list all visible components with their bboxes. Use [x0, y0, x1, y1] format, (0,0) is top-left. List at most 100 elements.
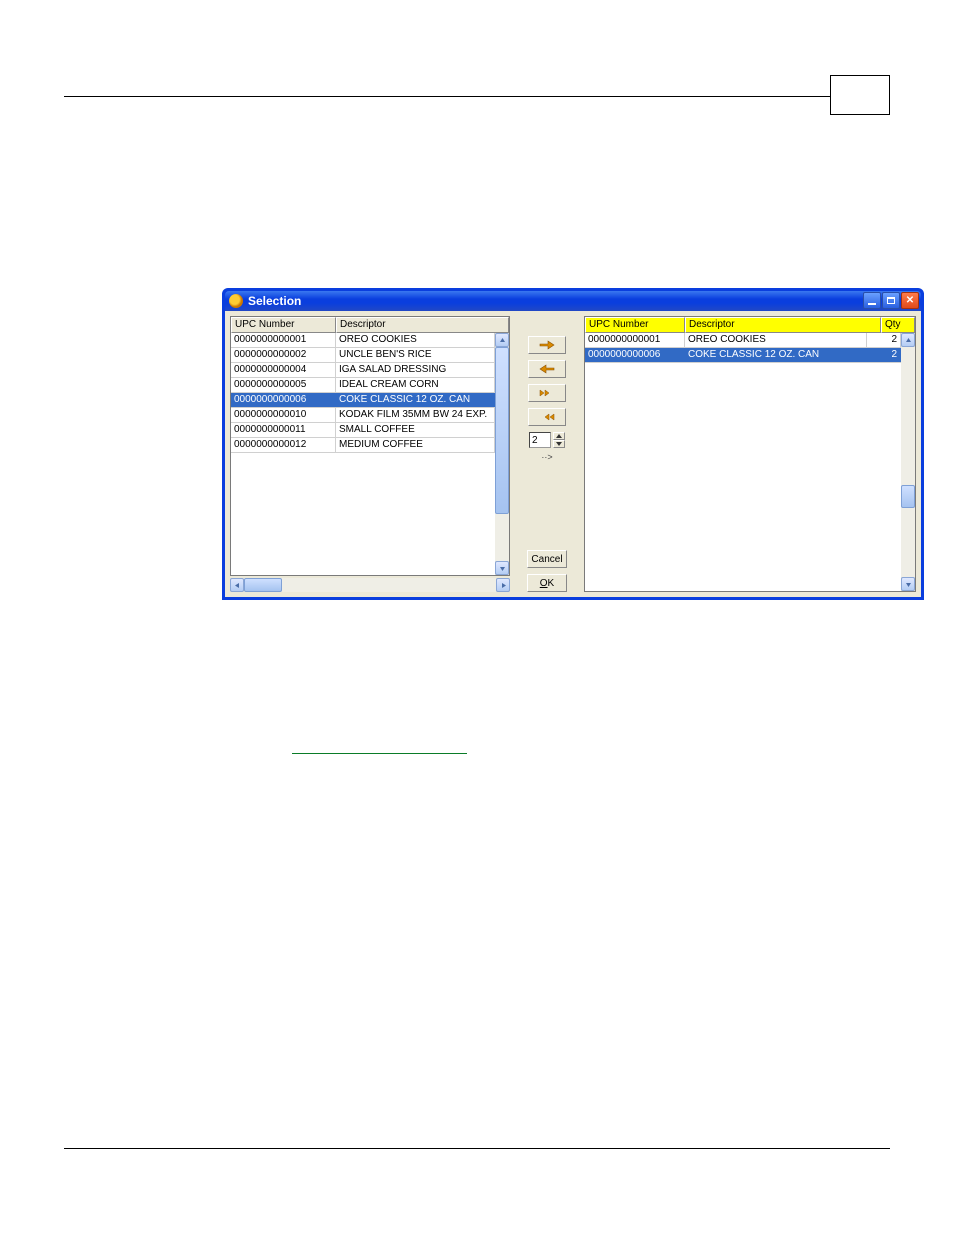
table-row[interactable]: 0000000000012MEDIUM COFFEE — [231, 438, 495, 453]
right-grid-headers: UPC Number Descriptor Qty — [585, 317, 915, 333]
scroll-track[interactable] — [901, 347, 915, 577]
cell-qty: 2 — [867, 333, 901, 347]
left-vertical-scrollbar[interactable] — [495, 333, 509, 575]
table-row[interactable]: 0000000000006COKE CLASSIC 12 OZ. CAN — [231, 393, 495, 408]
cell-descriptor: KODAK FILM 35MM BW 24 EXP. — [336, 408, 495, 422]
maximize-icon — [887, 297, 895, 304]
quantity-spinner[interactable]: 2 — [529, 432, 565, 448]
selection-window: Selection ✕ UPC Number Descriptor 000000… — [222, 288, 924, 600]
chevron-up-icon — [499, 337, 506, 344]
center-controls: 2 ··> Cancel OK — [516, 316, 578, 592]
right-grid[interactable]: UPC Number Descriptor Qty 0000000000001O… — [584, 316, 916, 592]
cell-upc: 0000000000012 — [231, 438, 336, 452]
cell-upc: 0000000000011 — [231, 423, 336, 437]
cell-descriptor: IGA SALAD DRESSING — [336, 363, 495, 377]
scroll-left-button[interactable] — [230, 578, 244, 592]
right-pane: UPC Number Descriptor Qty 0000000000001O… — [584, 316, 916, 592]
title-bar[interactable]: Selection ✕ — [225, 291, 921, 311]
chevron-left-icon — [234, 582, 241, 589]
cell-descriptor: COKE CLASSIC 12 OZ. CAN — [685, 348, 867, 362]
cell-upc: 0000000000006 — [585, 348, 685, 362]
cell-descriptor: OREO COOKIES — [336, 333, 495, 347]
table-row[interactable]: 0000000000011SMALL COFFEE — [231, 423, 495, 438]
ok-label: OK — [540, 578, 554, 589]
left-header-descriptor[interactable]: Descriptor — [336, 317, 509, 333]
right-header-upc[interactable]: UPC Number — [585, 317, 685, 333]
scroll-down-button[interactable] — [901, 577, 915, 591]
table-row[interactable]: 0000000000005IDEAL CREAM CORN — [231, 378, 495, 393]
hyperlink-underline — [292, 753, 467, 754]
cell-upc: 0000000000004 — [231, 363, 336, 377]
right-header-descriptor[interactable]: Descriptor — [685, 317, 881, 333]
table-row[interactable]: 0000000000004IGA SALAD DRESSING — [231, 363, 495, 378]
window-title: Selection — [248, 294, 301, 308]
table-row[interactable]: 0000000000002UNCLE BEN'S RICE — [231, 348, 495, 363]
cell-descriptor: SMALL COFFEE — [336, 423, 495, 437]
arrow-right-icon — [539, 340, 555, 350]
left-grid-rows: 0000000000001OREO COOKIES0000000000002UN… — [231, 333, 495, 575]
left-pane: UPC Number Descriptor 0000000000001OREO … — [230, 316, 510, 592]
left-header-upc[interactable]: UPC Number — [231, 317, 336, 333]
chevron-right-icon — [500, 582, 507, 589]
header-divider — [64, 96, 830, 97]
cell-descriptor: UNCLE BEN'S RICE — [336, 348, 495, 362]
apply-qty-icon: ··> — [541, 452, 552, 462]
right-header-qty[interactable]: Qty — [881, 317, 915, 333]
client-area: UPC Number Descriptor 0000000000001OREO … — [225, 311, 921, 597]
cell-upc: 0000000000005 — [231, 378, 336, 392]
cell-descriptor: IDEAL CREAM CORN — [336, 378, 495, 392]
cell-upc: 0000000000001 — [231, 333, 336, 347]
table-row[interactable]: 0000000000010KODAK FILM 35MM BW 24 EXP. — [231, 408, 495, 423]
hscroll-thumb[interactable] — [244, 578, 282, 592]
scroll-up-button[interactable] — [901, 333, 915, 347]
cell-upc: 0000000000001 — [585, 333, 685, 347]
maximize-button[interactable] — [882, 292, 900, 309]
table-row[interactable]: 0000000000001OREO COOKIES2 — [585, 333, 901, 348]
document-page: Selection ✕ UPC Number Descriptor 000000… — [64, 55, 890, 1165]
close-icon: ✕ — [906, 295, 914, 306]
double-arrow-left-icon — [539, 412, 555, 422]
move-left-button[interactable] — [528, 360, 566, 378]
minimize-icon — [868, 303, 876, 305]
scroll-down-button[interactable] — [495, 561, 509, 575]
footer-divider — [64, 1148, 890, 1149]
left-grid-headers: UPC Number Descriptor — [231, 317, 509, 333]
page-number-box — [830, 75, 890, 115]
ok-button[interactable]: OK — [527, 574, 567, 592]
spinner-down-button[interactable] — [553, 440, 565, 448]
cell-upc: 0000000000010 — [231, 408, 336, 422]
hscroll-track[interactable] — [244, 578, 496, 592]
right-vertical-scrollbar[interactable] — [901, 333, 915, 591]
cell-qty: 2 — [867, 348, 901, 362]
chevron-down-icon — [556, 442, 562, 446]
close-button[interactable]: ✕ — [901, 292, 919, 309]
cell-upc: 0000000000002 — [231, 348, 336, 362]
scroll-up-button[interactable] — [495, 333, 509, 347]
scroll-right-button[interactable] — [496, 578, 510, 592]
cancel-button[interactable]: Cancel — [527, 550, 567, 568]
minimize-button[interactable] — [863, 292, 881, 309]
app-icon — [229, 294, 243, 308]
cancel-label: Cancel — [531, 554, 562, 565]
right-grid-rows: 0000000000001OREO COOKIES20000000000006C… — [585, 333, 901, 591]
left-grid[interactable]: UPC Number Descriptor 0000000000001OREO … — [230, 316, 510, 576]
left-horizontal-scrollbar[interactable] — [230, 578, 510, 592]
cell-descriptor: OREO COOKIES — [685, 333, 867, 347]
table-row[interactable]: 0000000000006COKE CLASSIC 12 OZ. CAN2 — [585, 348, 901, 363]
move-all-left-button[interactable] — [528, 408, 566, 426]
cell-descriptor: COKE CLASSIC 12 OZ. CAN — [336, 393, 495, 407]
chevron-up-icon — [556, 434, 562, 438]
arrow-left-icon — [539, 364, 555, 374]
move-right-button[interactable] — [528, 336, 566, 354]
cell-descriptor: MEDIUM COFFEE — [336, 438, 495, 452]
scroll-thumb[interactable] — [901, 485, 915, 508]
spinner-up-button[interactable] — [553, 432, 565, 440]
move-all-right-button[interactable] — [528, 384, 566, 402]
scroll-thumb[interactable] — [495, 347, 509, 514]
double-arrow-right-icon — [539, 388, 555, 398]
chevron-up-icon — [905, 337, 912, 344]
table-row[interactable]: 0000000000001OREO COOKIES — [231, 333, 495, 348]
cell-upc: 0000000000006 — [231, 393, 336, 407]
quantity-input[interactable]: 2 — [529, 432, 551, 448]
scroll-track[interactable] — [495, 347, 509, 561]
